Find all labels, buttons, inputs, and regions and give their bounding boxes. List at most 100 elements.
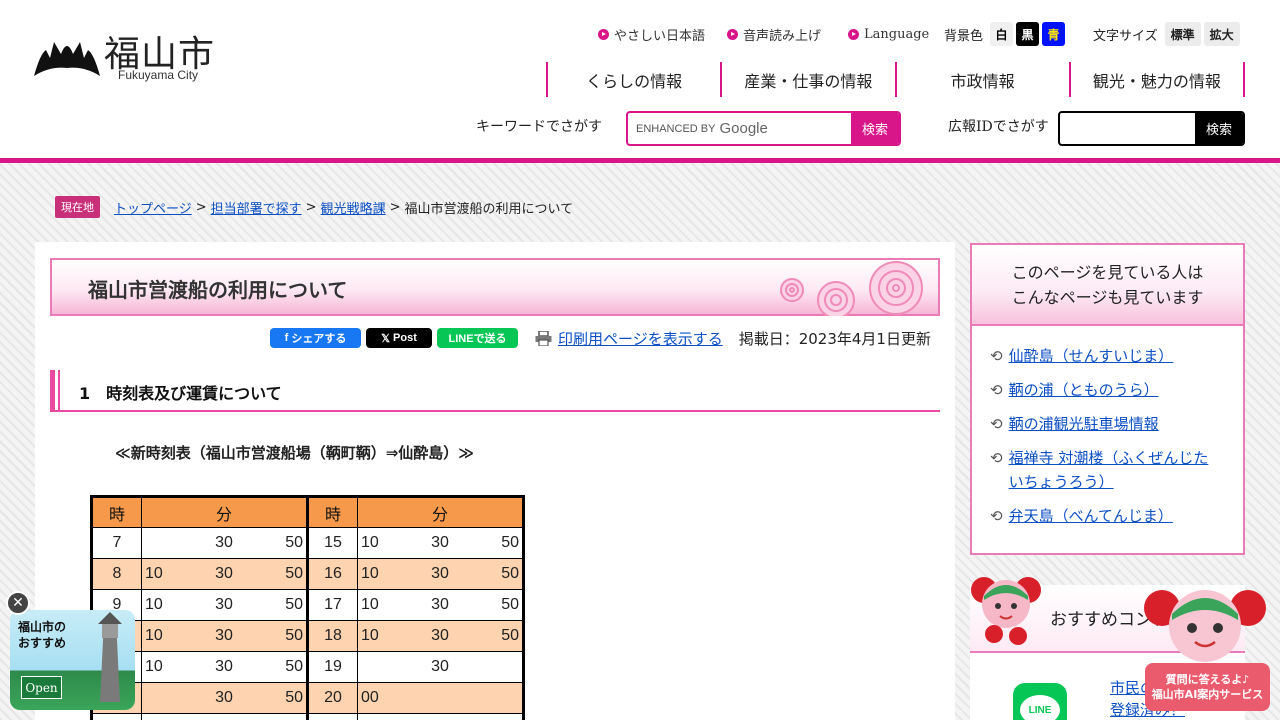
minute-value: 50 xyxy=(285,596,303,613)
lantern-tower-icon xyxy=(98,612,122,702)
table-row: 9 10 30 50 17 10 30 50 xyxy=(91,589,524,621)
related-page-link[interactable]: 福禅寺 対潮楼（ふくぜんじたいちょうろう） xyxy=(1009,446,1219,494)
site-header: 福山市 Fukuyama City やさしい日本語 音声読み上げ Languag… xyxy=(0,0,1280,163)
related-heading-line2: こんなページも見ています xyxy=(1011,287,1204,307)
minute-value: 10 xyxy=(145,627,163,644)
read-aloud-link[interactable]: 音声読み上げ xyxy=(727,20,821,48)
minutes-cell: 10 30 50 xyxy=(357,558,524,590)
hour-cell: 17 xyxy=(306,589,358,621)
main-navigation: くらしの情報 産業・仕事の情報 市政情報 観光・魅力の情報 xyxy=(546,62,1245,97)
minute-value: 10 xyxy=(145,565,163,582)
easy-japanese-link[interactable]: やさしい日本語 xyxy=(598,20,705,48)
list-item: ⟲ 福禅寺 対潮楼（ふくぜんじたいちょうろう） xyxy=(990,446,1243,494)
minute-value: 30 xyxy=(431,565,449,582)
id-search-button[interactable]: 検索 xyxy=(1195,113,1243,144)
promo-line2: おすすめ xyxy=(18,636,67,650)
breadcrumb-badge: 現在地 xyxy=(55,196,100,218)
arrow-bullet-icon xyxy=(598,28,609,40)
breadcrumb-separator: > xyxy=(389,199,401,215)
promo-text: 福山市の おすすめ xyxy=(18,619,66,651)
link-arrow-icon: ⟲ xyxy=(990,347,1003,365)
x-icon: 𝕏 xyxy=(381,332,391,345)
page-title-bar: 福山市営渡船の利用について xyxy=(50,258,940,316)
close-promo-button[interactable]: ✕ xyxy=(6,591,30,615)
updated-date: 掲載日：2023年4月1日更新 xyxy=(738,329,931,348)
breadcrumb-tourism-strategy[interactable]: 観光戦略課 xyxy=(321,198,386,217)
font-size-label: 文字サイズ xyxy=(1093,28,1158,44)
facebook-share-button[interactable]: f シェアする xyxy=(270,328,361,348)
rose-decoration-icon xyxy=(780,261,923,316)
minutes-cell: 10 30 50 xyxy=(141,558,308,590)
breadcrumb-separator: > xyxy=(305,199,317,215)
breadcrumb-top[interactable]: トップページ xyxy=(114,198,192,217)
minutes-cell: 10 30 50 xyxy=(357,620,524,652)
id-search-input[interactable] xyxy=(1060,113,1195,144)
printer-icon xyxy=(535,330,552,346)
hour-cell: 20 xyxy=(306,682,358,714)
site-logo[interactable]: 福山市 Fukuyama City xyxy=(34,28,234,84)
language-link[interactable]: Language xyxy=(848,20,929,48)
bg-black-button[interactable]: 黒 xyxy=(1016,22,1040,46)
minute-value: 50 xyxy=(501,534,519,551)
minute-header: 分 xyxy=(141,496,308,528)
minute-value: 30 xyxy=(431,596,449,613)
easy-japanese-label: やさしい日本語 xyxy=(614,28,706,44)
breadcrumb-department[interactable]: 担当部署で探す xyxy=(211,198,302,217)
promo-line1: 福山市の xyxy=(18,620,67,634)
list-item: ⟲ 鞆の浦観光駐車場情報 xyxy=(990,412,1243,436)
nav-business[interactable]: 産業・仕事の情報 xyxy=(722,62,897,97)
table-row: 7 30 50 15 10 30 50 xyxy=(91,527,524,559)
keyword-search-input[interactable]: ENHANCED BY Google xyxy=(628,113,851,144)
minute-value: 10 xyxy=(145,596,163,613)
hour-cell: 19 xyxy=(306,651,358,683)
nav-living[interactable]: くらしの情報 xyxy=(548,62,723,97)
list-item: ⟲ 弁天島（べんてんじま） xyxy=(990,504,1243,528)
promo-open-button[interactable]: Open xyxy=(21,676,62,699)
nav-city-government[interactable]: 市政情報 xyxy=(897,62,1071,97)
related-page-link[interactable]: 弁天島（べんてんじま） xyxy=(1009,504,1219,528)
ai-guide-button[interactable]: 質問に答えるよ♪ 福山市AI案内サービス xyxy=(1145,663,1270,711)
bg-color-label: 背景色 xyxy=(944,28,984,44)
minute-value: 10 xyxy=(361,596,379,613)
minute-value: 30 xyxy=(215,565,233,582)
minute-value: 10 xyxy=(361,627,379,644)
timetable-caption: ≪新時刻表（福山市営渡船場（鞆町鞆）⇒仙酔島）≫ xyxy=(115,444,474,462)
related-pages-box: このページを見ている人は こんなページも見ています ⟲ 仙酔島（せんすいじま） ⟲ 鞆… xyxy=(970,243,1245,555)
related-page-link[interactable]: 鞆の浦（とものうら） xyxy=(1009,378,1219,402)
keyword-search-label: キーワードでさがす xyxy=(476,119,602,135)
facebook-icon: f xyxy=(284,332,289,344)
page-title: 福山市営渡船の利用について xyxy=(88,278,348,302)
keyword-search-button[interactable]: 検索 xyxy=(851,113,899,144)
google-text: Google xyxy=(719,120,768,137)
table-row: 111030501930 xyxy=(91,651,524,683)
x-post-button[interactable]: 𝕏 Post xyxy=(366,328,432,348)
minute-value: 30 xyxy=(215,596,233,613)
logo-subtitle: Fukuyama City xyxy=(118,68,199,82)
bg-blue-button[interactable]: 青 xyxy=(1042,22,1066,46)
hour-header: 時 xyxy=(306,496,358,528)
ferry-timetable: 時 分 時 分 7 30 50 15 10 30 50 8 10 30 50 16 10 30 50 9 10 3… xyxy=(90,495,525,720)
share-toolbar: f シェアする 𝕏 Post LINEで送る 印刷用ページを表示する 掲載日：2… xyxy=(270,327,931,349)
nav-tourism[interactable]: 観光・魅力の情報 xyxy=(1071,62,1245,97)
read-aloud-label: 音声読み上げ xyxy=(743,28,822,44)
bg-white-button[interactable]: 白 xyxy=(990,22,1014,46)
section-heading: 1 時刻表及び運賃について xyxy=(50,370,940,412)
arrow-bullet-icon xyxy=(727,28,738,40)
related-page-link[interactable]: 仙酔島（せんすいじま） xyxy=(1009,344,1219,368)
related-page-link[interactable]: 鞆の浦観光駐車場情報 xyxy=(1009,412,1219,436)
related-pages-heading: このページを見ている人は こんなページも見ています xyxy=(972,245,1243,326)
font-size-normal-button[interactable]: 標準 xyxy=(1164,22,1201,46)
recommend-promo-widget[interactable]: 福山市の おすすめ Open xyxy=(10,610,135,710)
font-size-large-button[interactable]: 拡大 xyxy=(1203,22,1240,46)
line-logo-text: LINE xyxy=(1020,695,1060,720)
print-page-link[interactable]: 印刷用ページを表示する xyxy=(535,328,723,349)
hour-cell: 18 xyxy=(306,620,358,652)
minutes-cell: 10 30 50 xyxy=(357,527,524,559)
hour-cell: 15 xyxy=(306,527,358,559)
minutes-cell: 30 50 xyxy=(141,527,308,559)
line-logo-icon[interactable]: LINE xyxy=(1013,683,1067,720)
line-share-button[interactable]: LINEで送る xyxy=(437,328,518,348)
minutes-cell: 10 30 50 xyxy=(141,620,308,652)
minute-value: 50 xyxy=(285,689,303,706)
minute-value: 50 xyxy=(501,596,519,613)
